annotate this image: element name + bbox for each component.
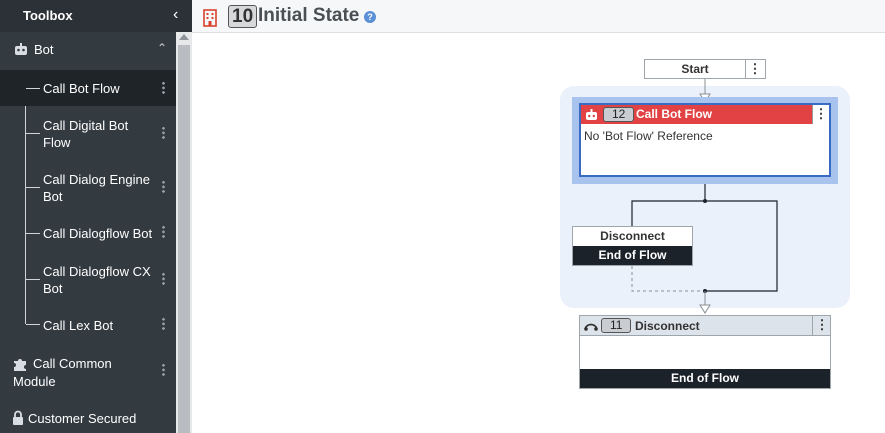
robot-icon	[586, 109, 597, 120]
state-number-badge: 10	[228, 5, 258, 28]
node-header: 12 Call Bot Flow ⋮	[581, 105, 829, 124]
toolbox-panel: Toolbox ‹ Bot ⌃ Call Bot Flow Call Digit…	[0, 0, 192, 433]
divider	[745, 60, 746, 78]
call-bot-flow-node[interactable]: 12 Call Bot Flow ⋮ No 'Bot Flow' Referen…	[579, 103, 831, 177]
disconnect-node[interactable]: 11 Disconnect ⋮ End of Flow	[579, 315, 831, 389]
tree-connector	[26, 324, 40, 325]
toolbox-item-label: Call Dialogflow CX Bot	[43, 264, 151, 296]
toolbox-category-customer-secured[interactable]: Customer Secured	[0, 410, 176, 433]
tree-connector	[26, 233, 40, 234]
more-options-icon[interactable]: ⋮	[814, 107, 828, 121]
node-number-badge: 11	[601, 318, 632, 333]
node-number-badge: 12	[603, 107, 635, 122]
drag-handle-icon[interactable]	[160, 317, 167, 331]
tree-connector	[26, 279, 40, 280]
toolbox-item-call-dialogflow-cx-bot[interactable]: Call Dialogflow CX Bot	[0, 256, 176, 302]
drag-handle-icon[interactable]	[160, 272, 167, 286]
toolbox-item-label: Call Lex Bot	[43, 318, 114, 333]
robot-icon	[15, 43, 27, 55]
disconnect-icon	[584, 323, 598, 331]
toolbox-item-call-dialogflow-bot[interactable]: Call Dialogflow Bot	[0, 218, 176, 248]
disconnect-outcome-node[interactable]: Disconnect End of Flow	[572, 226, 693, 266]
more-options-icon[interactable]: ⋮	[748, 62, 762, 76]
tree-connector	[26, 187, 40, 188]
category-label: Call Common Module	[13, 356, 112, 389]
building-icon	[203, 9, 217, 27]
state-header: 10 Initial State ?	[192, 0, 885, 33]
collapse-toolbox-icon[interactable]: ‹	[173, 6, 178, 24]
drag-handle-icon[interactable]	[160, 363, 167, 377]
toolbox-item-label: Call Digital Bot Flow	[43, 118, 129, 150]
toolbox-category-call-common-module[interactable]: Call Common Module	[0, 354, 176, 390]
node-title: Call Bot Flow	[636, 107, 712, 121]
toolbox-item-label: Call Dialogflow Bot	[43, 226, 153, 241]
toolbox-category-bot[interactable]: Bot ⌃	[0, 41, 176, 61]
scrollbar-thumb[interactable]	[178, 45, 190, 433]
toolbox-header: Toolbox ‹	[0, 0, 192, 32]
more-options-icon[interactable]: ⋮	[815, 318, 829, 332]
end-of-flow-bar: End of Flow	[580, 369, 830, 388]
toolbox-title: Toolbox	[23, 8, 73, 23]
toolbox-item-label: Call Dialog Engine Bot	[43, 172, 150, 204]
tree-connector	[26, 133, 40, 134]
help-icon[interactable]: ?	[364, 11, 376, 23]
node-menu-button[interactable]: ⋮	[812, 316, 830, 335]
start-node[interactable]: Start ⋮	[644, 59, 766, 79]
category-label: Bot	[34, 42, 54, 57]
page-title: Initial State	[258, 5, 360, 26]
scroll-up-icon[interactable]	[179, 34, 189, 40]
toolbox-item-call-digital-bot-flow[interactable]: Call Digital Bot Flow	[0, 110, 176, 156]
node-body-text: No 'Bot Flow' Reference	[584, 129, 713, 143]
drag-handle-icon[interactable]	[160, 225, 167, 239]
drag-handle-icon[interactable]	[160, 81, 167, 95]
end-of-flow-bar: End of Flow	[573, 246, 692, 265]
lock-icon	[13, 410, 23, 425]
toolbox-item-call-bot-flow[interactable]: Call Bot Flow	[0, 70, 176, 106]
drag-handle-icon[interactable]	[160, 126, 167, 140]
node-title: Disconnect	[635, 319, 700, 333]
category-label: Customer Secured	[28, 411, 137, 426]
node-header: 11 Disconnect ⋮	[580, 316, 830, 336]
chevron-up-icon[interactable]: ⌃	[157, 41, 167, 55]
outcome-title: Disconnect	[600, 229, 665, 243]
toolbox-item-call-lex-bot[interactable]: Call Lex Bot	[0, 310, 176, 340]
drag-handle-icon[interactable]	[160, 180, 167, 194]
toolbox-item-call-dialog-engine-bot[interactable]: Call Dialog Engine Bot	[0, 164, 176, 210]
start-label: Start	[681, 62, 709, 76]
toolbox-item-label: Call Bot Flow	[43, 81, 120, 96]
node-menu-button[interactable]: ⋮	[812, 105, 829, 124]
tree-connector	[26, 88, 40, 89]
